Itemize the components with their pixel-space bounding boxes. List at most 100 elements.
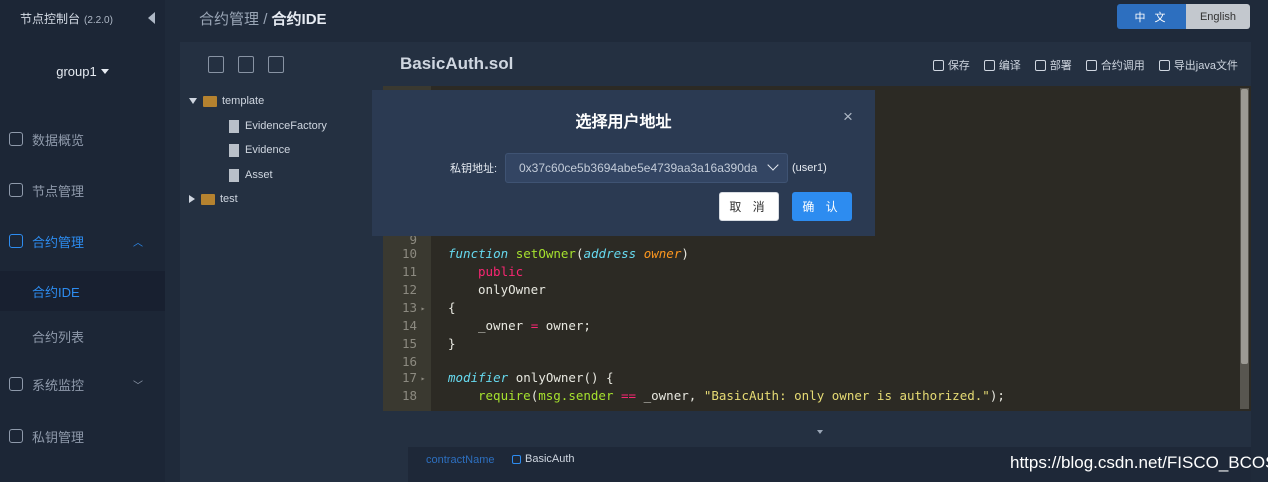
expand-right-icon [189,195,195,203]
editor-scroll-thumb[interactable] [1241,89,1248,364]
sidebar-item-monitor[interactable]: 系统监控 ﹀ [0,362,165,406]
fold-arrow-icon[interactable]: ▸ [417,370,429,388]
lang-zh-button[interactable]: 中 文 [1117,4,1186,29]
sidebar-header: 节点控制台 (2.2.0) [0,0,165,36]
export-java-button[interactable]: 导出java文件 [1158,57,1238,73]
code-line: 14 _owner = owner; [383,318,591,336]
sidebar-item-label: 合约管理 [32,234,85,250]
expand-down-icon [189,98,197,104]
new-folder-icon[interactable] [238,55,254,73]
lang-en-button[interactable]: English [1186,4,1250,29]
collapse-sidebar-icon[interactable] [148,12,155,24]
save-button[interactable]: 保存 [932,57,970,73]
group-label: group1 [56,63,97,79]
tree-file[interactable]: Asset [229,164,273,186]
action-label: 合约调用 [1100,60,1145,72]
breadcrumb-parent[interactable]: 合约管理 [199,11,259,28]
code-line: 10 function setOwner(address owner) [383,246,689,264]
deploy-button[interactable]: 部署 [1034,57,1072,73]
clipboard-icon [9,234,23,248]
tree-file[interactable]: Evidence [229,139,290,161]
chevron-up-icon: ︿ [133,237,143,249]
calendar-icon [9,183,23,197]
compile-button[interactable]: 编译 [983,57,1021,73]
sidebar-item-contracts[interactable]: 合约管理 ︿ [0,219,165,263]
download-icon [1158,59,1170,71]
file-title: BasicAuth.sol [400,54,514,73]
home-icon [9,132,23,146]
copy-icon[interactable] [512,454,521,464]
action-label: 编译 [998,60,1021,72]
private-key-address-label: 私钥地址: [450,163,498,175]
line-number: 17 [401,370,417,385]
file-icon [229,119,239,133]
line-number: 14 [401,318,417,333]
breadcrumb-current: 合约IDE [271,11,327,28]
send-icon [1085,59,1097,71]
editor-header: BasicAuth.sol 保存 编译 部署 合约调用 导出java文件 [383,42,1251,86]
action-label: 导出java文件 [1173,60,1238,72]
cube-icon [983,59,995,71]
sidebar-item-nodes[interactable]: 节点管理 [0,168,165,212]
file-icon [229,143,239,157]
contract-call-button[interactable]: 合约调用 [1085,57,1145,73]
language-switch: 中 文 English [1117,4,1250,29]
sidebar-subitem-label: 合约列表 [32,329,85,345]
chevron-down-icon: ﹀ [133,380,143,392]
breadcrumb-separator: / [263,11,268,28]
lock-icon [9,429,23,443]
cancel-button[interactable]: 取 消 [719,192,779,221]
upload-icon[interactable] [268,55,284,73]
chevron-down-icon [767,159,779,171]
file-tree-panel: template EvidenceFactory Evidence Asset … [180,42,383,482]
app-title: 节点控制台 (2.2.0) [20,11,113,26]
sidebar: 节点控制台 (2.2.0) group1 数据概览 节点管理 合约管理 ︿ 合约I… [0,0,165,482]
contract-name-value: BasicAuth [512,453,575,465]
line-number: 13 [401,300,417,315]
monitor-icon [9,377,23,391]
tree-folder-test[interactable]: test [189,188,238,210]
code-line: 11 public [383,264,523,282]
tree-file[interactable]: EvidenceFactory [229,115,327,137]
sidebar-subitem-contract-ide[interactable]: 合约IDE [0,271,165,311]
sidebar-item-label: 系统监控 [32,377,85,393]
file-label: Asset [245,169,273,181]
private-key-address-select[interactable]: 0x37c60ce5b3694abe5e4739aa3a16a390da [505,153,788,183]
selected-address: 0x37c60ce5b3694abe5e4739aa3a16a390da [519,161,758,175]
watermark: https://blog.csdn.net/FISCO_BCOS [1010,453,1268,472]
top-bar: 合约管理 / 合约IDE 中 文 English [165,0,1268,36]
sidebar-item-label: 私钥管理 [32,429,85,445]
folder-label: template [222,95,265,107]
file-icon [229,168,239,182]
code-line: 18 require(msg.sender == _owner, "BasicAu… [383,388,1005,406]
fold-arrow-icon[interactable]: ▸ [417,300,429,318]
code-line: 13 ▸{ [383,300,456,318]
dialog-title: 选择用户地址 [575,114,672,131]
caret-down-icon [100,68,109,74]
close-icon[interactable]: × [841,108,855,125]
sidebar-subitem-contract-list[interactable]: 合约列表 [0,316,165,356]
save-icon [932,59,944,71]
collapse-output-icon[interactable] [817,430,823,434]
contract-name-label: contractName [426,454,495,466]
new-file-icon[interactable] [208,55,224,73]
select-user-address-dialog: 选择用户地址 × 私钥地址: 0x37c60ce5b3694abe5e4739a… [372,90,875,236]
line-number: 12 [401,282,417,297]
sidebar-item-label: 数据概览 [32,132,85,148]
action-label: 部署 [1049,60,1072,72]
folder-icon [201,193,215,205]
user-tag: (user1) [792,162,827,174]
group-selector[interactable]: group1 [0,36,165,106]
grid-icon [1034,59,1046,71]
folder-icon [203,95,217,107]
file-label: Evidence [245,144,291,156]
action-label: 保存 [947,60,970,72]
line-number: 11 [401,264,417,279]
sidebar-item-overview[interactable]: 数据概览 [0,117,165,161]
sidebar-subitem-label: 合约IDE [32,284,80,300]
confirm-button[interactable]: 确 认 [792,192,852,221]
line-number: 10 [401,246,417,261]
tree-folder-template[interactable]: template [189,90,264,112]
file-label: EvidenceFactory [245,120,327,132]
sidebar-item-keys[interactable]: 私钥管理 [0,414,165,458]
